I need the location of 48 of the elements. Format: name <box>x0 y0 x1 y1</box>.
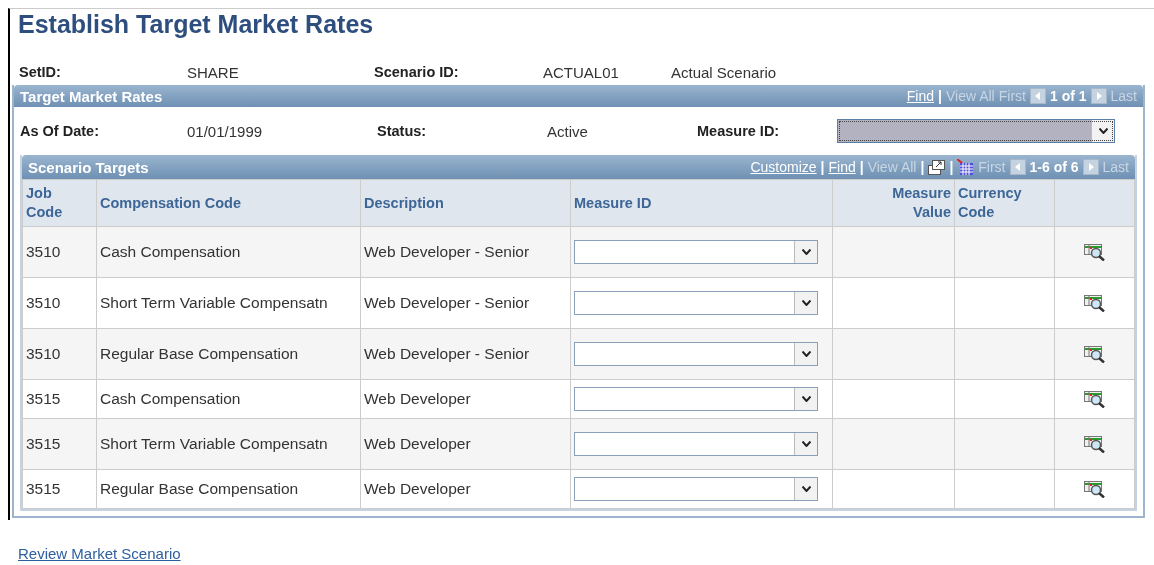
column-header: Measure ID <box>570 179 833 227</box>
field-label: SetID: <box>19 64 62 80</box>
table-cell: 3515 <box>22 379 97 419</box>
column-header: Description <box>360 179 571 227</box>
table-cell: Regular Base Compensation <box>96 469 361 509</box>
review-link[interactable]: Review Market Scenario <box>18 545 181 562</box>
field-label: Status: <box>377 123 428 139</box>
separator: | <box>938 88 942 104</box>
field-value: Active <box>547 122 589 140</box>
row-count: 1 of 1 <box>1049 88 1087 104</box>
page-title: Establish Target Market Rates <box>17 9 375 40</box>
panel-title: Target Market Rates <box>20 87 163 105</box>
table-cell: 3515 <box>22 469 97 509</box>
table-cell: Cash Compensation <box>96 226 361 278</box>
table-cell: Cash Compensation <box>96 379 361 419</box>
table-cell: 3515 <box>22 418 97 470</box>
table-cell: Regular Base Compensation <box>96 328 361 380</box>
column-header: Compensation Code <box>96 179 361 227</box>
nav-link[interactable]: Find <box>828 159 856 175</box>
column-header: Currency Code <box>954 179 1055 227</box>
separator: | <box>820 159 825 175</box>
table-cell: 3510 <box>22 277 97 329</box>
field-label: As Of Date: <box>20 123 100 139</box>
field-description: Actual Scenario <box>671 63 778 81</box>
field-value: 01/01/1999 <box>187 122 264 140</box>
table-cell: Web Developer <box>360 418 571 470</box>
table-cell: Web Developer - Senior <box>360 226 571 278</box>
column-header: Job Code <box>22 179 97 227</box>
separator: | <box>920 159 925 175</box>
table-cell: Web Developer - Senior <box>360 277 571 329</box>
grid-title: Scenario Targets <box>28 158 149 176</box>
field-label: Measure ID: <box>697 123 781 139</box>
column-header: Measure Value <box>832 179 955 227</box>
nav-link[interactable]: Customize <box>750 159 817 175</box>
table-cell: Web Developer <box>360 469 571 509</box>
table-cell: Short Term Variable Compensatn <box>96 418 361 470</box>
row-count: 1-6 of 6 <box>1029 159 1079 175</box>
table-cell: Web Developer - Senior <box>360 328 571 380</box>
field-label: Scenario ID: <box>374 64 460 80</box>
field-value: ACTUAL01 <box>543 63 620 81</box>
table-cell: Short Term Variable Compensatn <box>96 277 361 329</box>
separator: | <box>859 159 864 175</box>
field-value: SHARE <box>187 63 240 81</box>
nav-link[interactable]: Find <box>906 88 935 104</box>
separator: | <box>949 159 954 175</box>
table-cell: 3510 <box>22 328 97 380</box>
table-cell: 3510 <box>22 226 97 278</box>
table-cell: Web Developer <box>360 379 571 419</box>
